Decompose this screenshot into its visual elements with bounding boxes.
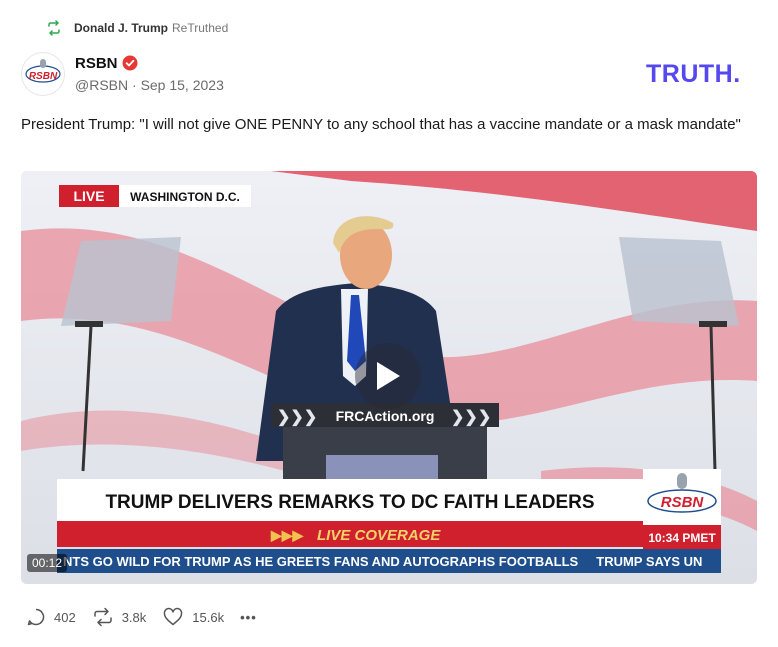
post-date[interactable]: Sep 15, 2023 — [141, 77, 224, 93]
reply-count: 402 — [54, 609, 76, 625]
like-button[interactable]: 15.6k — [162, 607, 224, 627]
more-options-button[interactable]: ••• — [240, 610, 257, 625]
author-handle[interactable]: @RSBN — [75, 77, 128, 93]
retruth-icon — [48, 20, 60, 36]
meta-separator: · — [132, 77, 137, 93]
teleprompter-right — [619, 237, 739, 326]
retruth-button[interactable]: 3.8k — [92, 607, 147, 627]
teleprompter-left — [61, 237, 181, 326]
headline-text: TRUMP DELIVERS REMARKS TO DC FAITH LEADE… — [105, 492, 594, 513]
svg-text:▶▶▶: ▶▶▶ — [270, 527, 305, 543]
retruth-label: ReTruthed — [172, 21, 229, 35]
svg-text:❯❯❯: ❯❯❯ — [277, 409, 317, 427]
svg-text:❯❯❯: ❯❯❯ — [451, 409, 491, 427]
more-options-icon: ••• — [240, 609, 257, 625]
podium-text: FRCAction.org — [336, 408, 435, 424]
heart-icon — [164, 607, 183, 626]
post-actions: 402 3.8k 15.6k ••• — [26, 606, 273, 628]
truth-logo-text: TRUTH. — [646, 60, 741, 86]
location-text: WASHINGTON D.C. — [130, 190, 240, 204]
avatar-text: RSBN — [29, 71, 58, 82]
ticker-text: NTS GO WILD FOR TRUMP AS HE GREETS FANS … — [63, 554, 702, 569]
reply-button[interactable]: 402 — [26, 607, 76, 627]
channel-logo-text: RSBN — [661, 494, 705, 511]
retruth-indicator: Donald J. Trump ReTruthed — [46, 18, 228, 38]
retruth-count: 3.8k — [121, 609, 147, 625]
reply-icon — [27, 608, 45, 626]
live-coverage-text: LIVE COVERAGE — [317, 527, 441, 544]
post-text: President Trump: "I will not give ONE PE… — [21, 116, 741, 133]
live-badge-text: LIVE — [73, 188, 104, 204]
play-button[interactable] — [355, 343, 421, 409]
avatar[interactable]: RSBN — [21, 52, 65, 96]
clock-text: 10:34 PMET — [648, 531, 716, 545]
video-timestamp: 00:12 — [27, 554, 68, 572]
retruth-user-link[interactable]: Donald J. Trump — [74, 21, 168, 35]
author-name[interactable]: RSBN — [75, 55, 118, 72]
retruth-action-icon — [93, 607, 112, 627]
rsbn-logo-icon: RSBN — [25, 59, 61, 83]
post-author: RSBN RSBN @RSBN · Sep 15, 2023 — [21, 52, 224, 96]
video-player[interactable]: FRCAction.org ❯❯❯ ❯❯❯ LIVE WASHINGTON D.… — [21, 171, 757, 584]
like-count: 15.6k — [192, 609, 225, 625]
play-icon — [377, 362, 400, 390]
verified-badge-icon — [122, 55, 138, 71]
author-meta: @RSBN · Sep 15, 2023 — [75, 77, 224, 93]
truth-logo[interactable]: TRUTH. — [646, 60, 758, 91]
